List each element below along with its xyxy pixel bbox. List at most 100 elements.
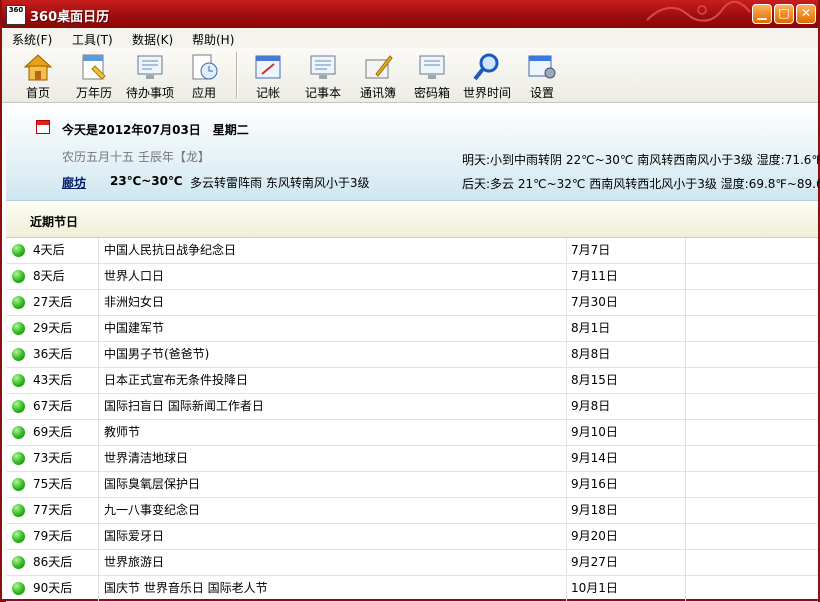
holiday-name: 九一八事变纪念日 xyxy=(99,498,567,523)
toolbar-worldtime-button[interactable]: 世界时间 xyxy=(459,50,515,100)
menu-help[interactable]: 帮助(H) xyxy=(192,31,234,48)
empty-cell xyxy=(686,264,818,289)
empty-cell xyxy=(686,524,818,549)
decorative-swirl-icon xyxy=(646,0,751,22)
days-until: 8天后 xyxy=(33,269,65,283)
days-cell: 90天后 xyxy=(6,576,99,601)
days-cell: 8天后 xyxy=(6,264,99,289)
holiday-row[interactable]: 90天后 国庆节 世界音乐日 国际老人节 10月1日 xyxy=(6,576,818,602)
days-until: 75天后 xyxy=(33,477,73,491)
app-clock-icon xyxy=(192,54,218,80)
days-cell: 36天后 xyxy=(6,342,99,367)
toolbar-app-button[interactable]: 应用 xyxy=(176,50,232,100)
app-logo-icon: 360 xyxy=(6,5,26,25)
menu-data[interactable]: 数据(K) xyxy=(132,31,173,48)
days-until: 90天后 xyxy=(33,581,73,595)
holiday-name: 中国男子节(爸爸节) xyxy=(99,342,567,367)
holiday-date: 8月8日 xyxy=(567,342,686,367)
close-button[interactable]: ✕ xyxy=(796,4,816,24)
empty-cell xyxy=(686,576,818,601)
status-dot-icon xyxy=(12,348,25,361)
toolbar-calendar-label: 万年历 xyxy=(75,86,112,100)
days-until: 4天后 xyxy=(33,243,65,257)
empty-cell xyxy=(686,472,818,497)
today-date: 今天是2012年07月03日 星期二 xyxy=(62,123,249,137)
toolbar-notepad-label: 记事本 xyxy=(304,86,341,100)
toolbar-home-button[interactable]: 首页 xyxy=(10,50,66,100)
status-dot-icon xyxy=(12,582,25,595)
holiday-name: 中国建军节 xyxy=(99,316,567,341)
app-window: 360 360桌面日历 ▁ □ ✕ 系统(F) 工具(T) 数据(K) 帮助(H… xyxy=(0,0,820,602)
menu-bar: 系统(F) 工具(T) 数据(K) 帮助(H) xyxy=(2,28,818,49)
today-temperature: 23℃~30℃ xyxy=(110,174,183,188)
toolbar-todo-label: 待办事项 xyxy=(125,86,174,100)
toolbar-ledger-button[interactable]: 记帐 xyxy=(240,50,296,100)
status-dot-icon xyxy=(12,270,25,283)
status-dot-icon xyxy=(12,296,25,309)
holiday-row[interactable]: 29天后 中国建军节 8月1日 xyxy=(6,316,818,342)
lunar-date: 农历五月十五 壬辰年【龙】 xyxy=(62,150,210,164)
toolbar-addressbook-label: 通讯簿 xyxy=(359,86,396,100)
holiday-row[interactable]: 86天后 世界旅游日 9月27日 xyxy=(6,550,818,576)
toolbar-addressbook-button[interactable]: 通讯簿 xyxy=(350,50,406,100)
holiday-date: 7月11日 xyxy=(567,264,686,289)
holiday-date: 10月1日 xyxy=(567,576,686,601)
status-dot-icon xyxy=(12,244,25,257)
status-dot-icon xyxy=(12,400,25,413)
empty-cell xyxy=(686,316,818,341)
holiday-name: 国际扫盲日 国际新闻工作者日 xyxy=(99,394,567,419)
days-until: 69天后 xyxy=(33,425,73,439)
magnifier-icon xyxy=(473,53,499,81)
holiday-row[interactable]: 27天后 非洲妇女日 7月30日 xyxy=(6,290,818,316)
holiday-name: 国际臭氧层保护日 xyxy=(99,472,567,497)
holiday-row[interactable]: 4天后 中国人民抗日战争纪念日 7月7日 xyxy=(6,238,818,264)
calendar-icon xyxy=(82,54,106,80)
days-cell: 27天后 xyxy=(6,290,99,315)
toolbar-settings-button[interactable]: 设置 xyxy=(514,50,570,100)
maximize-button[interactable]: □ xyxy=(774,4,794,24)
toolbar-todo-button[interactable]: 待办事项 xyxy=(122,50,178,100)
holiday-date: 9月10日 xyxy=(567,420,686,445)
days-until: 43天后 xyxy=(33,373,73,387)
holiday-row[interactable]: 77天后 九一八事变纪念日 9月18日 xyxy=(6,498,818,524)
holiday-date: 9月18日 xyxy=(567,498,686,523)
empty-cell xyxy=(686,550,818,575)
status-dot-icon xyxy=(12,322,25,335)
holiday-name: 世界人口日 xyxy=(99,264,567,289)
holiday-row[interactable]: 79天后 国际爱牙日 9月20日 xyxy=(6,524,818,550)
holiday-row[interactable]: 75天后 国际臭氧层保护日 9月16日 xyxy=(6,472,818,498)
status-dot-icon xyxy=(12,426,25,439)
holiday-row[interactable]: 73天后 世界清洁地球日 9月14日 xyxy=(6,446,818,472)
holiday-row[interactable]: 43天后 日本正式宣布无条件投降日 8月15日 xyxy=(6,368,818,394)
city-link[interactable]: 廊坊 xyxy=(62,174,86,191)
today-info-panel: 今天是2012年07月03日 星期二 农历五月十五 壬辰年【龙】 廊坊 23℃~… xyxy=(6,104,820,201)
tomorrow-weather: 明天:小到中雨转阴 22℃~30℃ 南风转西南风小于3级 湿度:71.6℉~86 xyxy=(462,153,820,167)
holiday-row[interactable]: 8天后 世界人口日 7月11日 xyxy=(6,264,818,290)
status-dot-icon xyxy=(12,556,25,569)
menu-tools[interactable]: 工具(T) xyxy=(72,31,113,48)
empty-cell xyxy=(686,290,818,315)
days-until: 79天后 xyxy=(33,529,73,543)
days-cell: 69天后 xyxy=(6,420,99,445)
status-dot-icon xyxy=(12,478,25,491)
status-dot-icon xyxy=(12,504,25,517)
todo-icon xyxy=(137,55,163,79)
title-bar[interactable]: 360 360桌面日历 ▁ □ ✕ xyxy=(2,0,818,28)
toolbar-password-button[interactable]: 密码箱 xyxy=(404,50,460,100)
empty-cell xyxy=(686,342,818,367)
holiday-name: 非洲妇女日 xyxy=(99,290,567,315)
days-cell: 75天后 xyxy=(6,472,99,497)
holiday-date: 9月14日 xyxy=(567,446,686,471)
holiday-row[interactable]: 69天后 教师节 9月10日 xyxy=(6,420,818,446)
menu-system[interactable]: 系统(F) xyxy=(12,31,52,48)
empty-cell xyxy=(686,446,818,471)
toolbar-calendar-button[interactable]: 万年历 xyxy=(66,50,122,100)
holiday-date: 8月1日 xyxy=(567,316,686,341)
holiday-row[interactable]: 67天后 国际扫盲日 国际新闻工作者日 9月8日 xyxy=(6,394,818,420)
toolbar-password-label: 密码箱 xyxy=(413,86,450,100)
minimize-button[interactable]: ▁ xyxy=(752,4,772,24)
holiday-date: 9月20日 xyxy=(567,524,686,549)
toolbar-notepad-button[interactable]: 记事本 xyxy=(295,50,351,100)
holiday-row[interactable]: 36天后 中国男子节(爸爸节) 8月8日 xyxy=(6,342,818,368)
toolbar-ledger-label: 记帐 xyxy=(255,86,280,100)
